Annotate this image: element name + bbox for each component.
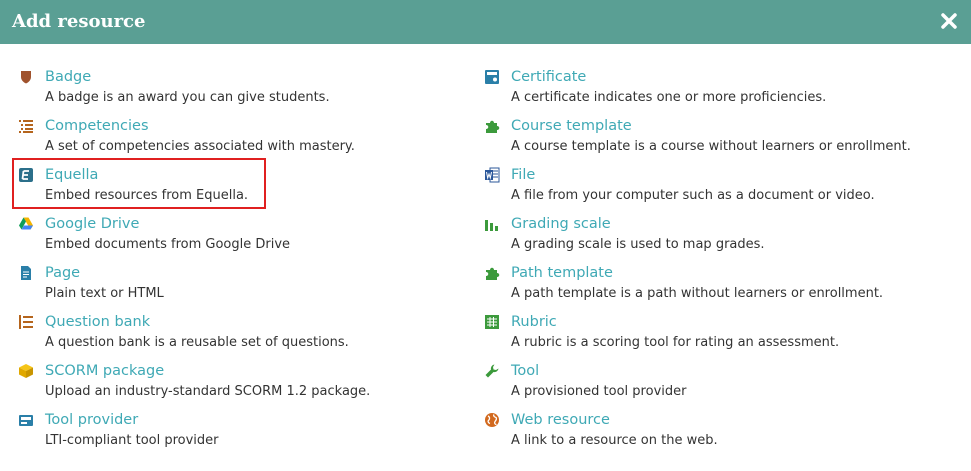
resource-item-rubric[interactable]: Rubric A rubric is a scoring tool for ra… [484,312,954,361]
question-bank-icon [18,314,34,330]
close-icon[interactable] [939,11,959,31]
globe-icon [484,412,500,428]
resource-description: A set of competencies associated with ma… [45,139,355,154]
resource-item-google-drive[interactable]: Google Drive Embed documents from Google… [18,214,488,263]
resource-description: A certificate indicates one or more prof… [511,90,827,105]
resource-item-competencies[interactable]: Competencies A set of competencies assoc… [18,116,488,165]
resource-item-question-bank[interactable]: Question bank A question bank is a reusa… [18,312,488,361]
equella-icon [18,167,34,183]
resource-description: A rubric is a scoring tool for rating an… [511,335,840,350]
resource-name[interactable]: Course template [511,116,632,136]
resource-name[interactable]: Badge [45,67,91,87]
resource-name[interactable]: Grading scale [511,214,611,234]
resource-name[interactable]: Certificate [511,67,586,87]
resource-description: A link to a resource on the web. [511,433,718,448]
resource-list-left: Badge A badge is an award you can give s… [18,67,488,459]
competencies-icon [18,118,34,134]
resource-name[interactable]: Web resource [511,410,610,430]
scorm-package-icon [18,363,34,379]
resource-name[interactable]: Tool provider [45,410,138,430]
puzzle-icon [484,265,500,281]
resource-item-file[interactable]: File A file from your computer such as a… [484,165,954,214]
resource-description: A path template is a path without learne… [511,286,884,301]
rubric-grid-icon [484,314,500,330]
resource-item-equella[interactable]: Equella Embed resources from Equella. [18,165,488,214]
resource-item-grading-scale[interactable]: Grading scale A grading scale is used to… [484,214,954,263]
resource-item-page[interactable]: Page Plain text or HTML [18,263,488,312]
page-icon [18,265,34,281]
resource-item-web-resource[interactable]: Web resource A link to a resource on the… [484,410,954,459]
bar-chart-icon [484,216,500,232]
resource-item-certificate[interactable]: Certificate A certificate indicates one … [484,67,954,116]
tool-provider-icon [18,412,34,428]
resource-name[interactable]: Equella [45,165,98,185]
badge-icon [18,69,34,85]
resource-description: A grading scale is used to map grades. [511,237,765,252]
resource-description: A provisioned tool provider [511,384,687,399]
resource-description: A file from your computer such as a docu… [511,188,875,203]
google-drive-icon [18,216,34,232]
dialog-title: Add resource [12,11,146,32]
wrench-icon [484,363,500,379]
resource-name[interactable]: Page [45,263,80,283]
word-file-icon [484,167,500,183]
resource-description: Embed documents from Google Drive [45,237,291,252]
resource-name[interactable]: Rubric [511,312,557,332]
resource-name[interactable]: Question bank [45,312,150,332]
resource-name[interactable]: File [511,165,535,185]
resource-description: Embed resources from Equella. [45,188,249,203]
puzzle-icon [484,118,500,134]
resource-list-right: Certificate A certificate indicates one … [484,67,954,459]
resource-description: A course template is a course without le… [511,139,911,154]
resource-item-badge[interactable]: Badge A badge is an award you can give s… [18,67,488,116]
resource-item-tool[interactable]: Tool A provisioned tool provider [484,361,954,410]
resource-description: A badge is an award you can give student… [45,90,330,105]
add-resource-dialog: Add resource Badge A badge is an award y… [0,0,971,471]
resource-item-tool-provider[interactable]: Tool provider LTI-compliant tool provide… [18,410,488,459]
resource-description: A question bank is a reusable set of que… [45,335,349,350]
resource-name[interactable]: Competencies [45,116,149,136]
resource-name[interactable]: Tool [511,361,539,381]
resource-name[interactable]: SCORM package [45,361,164,381]
resource-item-scorm-package[interactable]: SCORM package Upload an industry-standar… [18,361,488,410]
resource-name[interactable]: Path template [511,263,613,283]
resource-description: Plain text or HTML [45,286,164,301]
resource-description: LTI-compliant tool provider [45,433,219,448]
resource-item-path-template[interactable]: Path template A path template is a path … [484,263,954,312]
dialog-header: Add resource [0,0,971,44]
certificate-icon [484,69,500,85]
resource-item-course-template[interactable]: Course template A course template is a c… [484,116,954,165]
resource-description: Upload an industry-standard SCORM 1.2 pa… [45,384,371,399]
resource-name[interactable]: Google Drive [45,214,139,234]
